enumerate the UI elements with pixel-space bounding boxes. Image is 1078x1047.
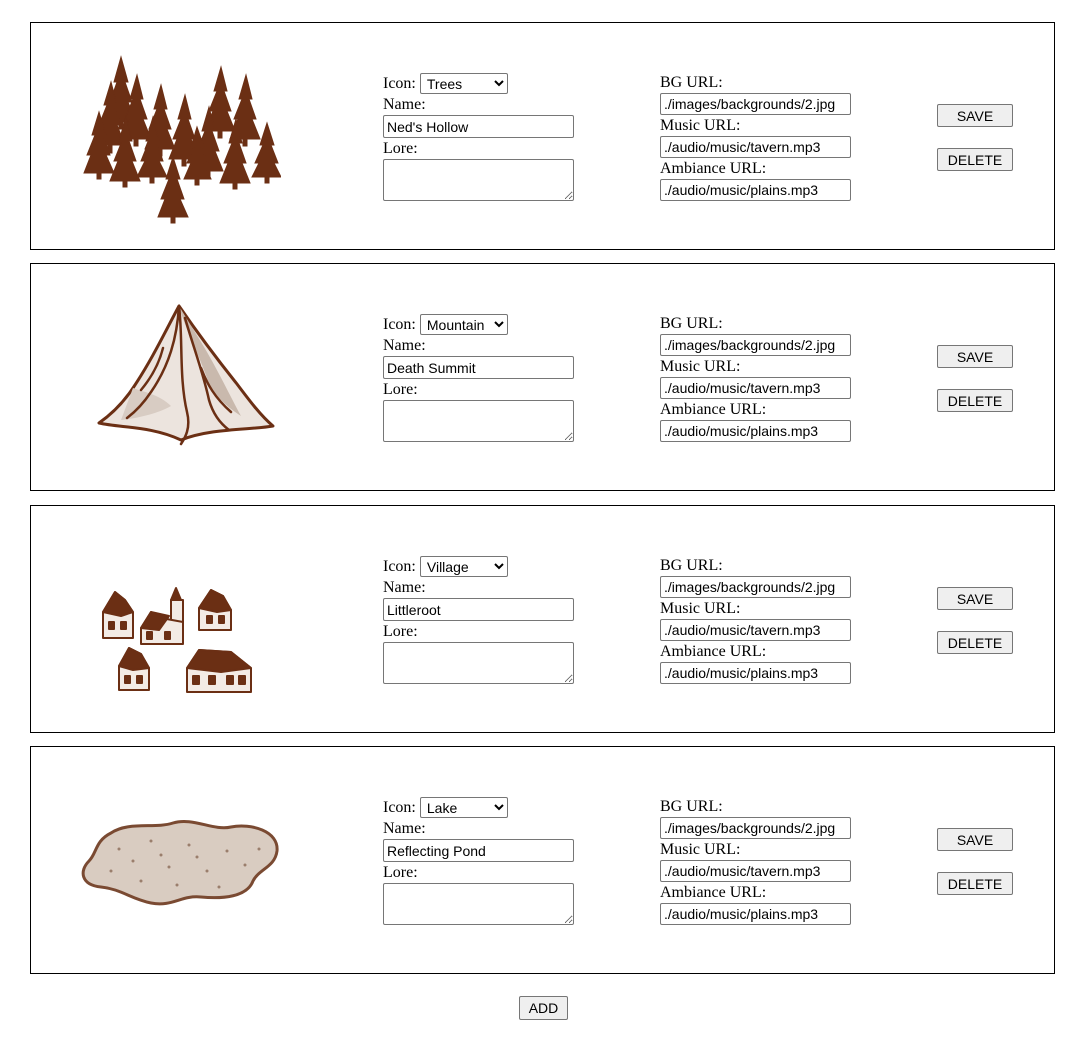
location-card: Icon: Trees Name: Lore: BG URL: Music UR… [30, 22, 1055, 250]
music-url-input[interactable] [660, 136, 851, 158]
ambiance-url-input[interactable] [660, 662, 851, 684]
name-input[interactable] [383, 598, 574, 621]
music-url-input[interactable] [660, 377, 851, 399]
icon-label: Icon: [383, 799, 416, 816]
icon-select[interactable]: Trees [419, 73, 508, 94]
mountain-icon [81, 288, 281, 468]
lore-label: Lore: [383, 623, 418, 640]
icon-label: Icon: [383, 558, 416, 575]
add-button[interactable]: ADD [519, 996, 568, 1020]
name-input[interactable] [383, 839, 574, 862]
save-button[interactable]: SAVE [937, 345, 1013, 368]
music-url-label: Music URL: [660, 117, 741, 134]
bg-url-label: BG URL: [660, 74, 723, 91]
name-label: Name: [383, 579, 426, 596]
location-card: Icon: Mountain Name: Lore: BG URL: Music… [30, 263, 1055, 491]
ambiance-url-label: Ambiance URL: [660, 884, 767, 901]
ambiance-url-input[interactable] [660, 903, 851, 925]
location-fields: Icon: Trees Name: Lore: [383, 73, 583, 201]
location-card: Icon: Lake Name: Lore: BG URL: Music URL… [30, 746, 1055, 974]
name-label: Name: [383, 96, 426, 113]
ambiance-url-label: Ambiance URL: [660, 643, 767, 660]
lore-label: Lore: [383, 381, 418, 398]
ambiance-url-input[interactable] [660, 179, 851, 201]
location-urls: BG URL: Music URL: Ambiance URL: [660, 796, 860, 925]
music-url-input[interactable] [660, 619, 851, 641]
location-actions: SAVE DELETE [937, 587, 1017, 654]
lore-textarea[interactable] [383, 159, 574, 201]
music-url-input[interactable] [660, 860, 851, 882]
location-urls: BG URL: Music URL: Ambiance URL: [660, 313, 860, 442]
bg-url-input[interactable] [660, 334, 851, 356]
icon-select[interactable]: Mountain [419, 314, 508, 335]
lore-label: Lore: [383, 864, 418, 881]
ambiance-url-input[interactable] [660, 420, 851, 442]
name-input[interactable] [383, 356, 574, 379]
bg-url-input[interactable] [660, 93, 851, 115]
icon-select[interactable]: Lake [419, 797, 508, 818]
bg-url-input[interactable] [660, 576, 851, 598]
lore-textarea[interactable] [383, 883, 574, 925]
bg-url-input[interactable] [660, 817, 851, 839]
lore-label: Lore: [383, 140, 418, 157]
icon-label: Icon: [383, 75, 416, 92]
name-input[interactable] [383, 115, 574, 138]
icon-select[interactable]: Village [419, 556, 508, 577]
location-card: Icon: Village Name: Lore: BG URL: Music … [30, 505, 1055, 733]
delete-button[interactable]: DELETE [937, 872, 1013, 895]
save-button[interactable]: SAVE [937, 104, 1013, 127]
location-actions: SAVE DELETE [937, 345, 1017, 412]
location-actions: SAVE DELETE [937, 828, 1017, 895]
location-urls: BG URL: Music URL: Ambiance URL: [660, 72, 860, 201]
music-url-label: Music URL: [660, 358, 741, 375]
ambiance-url-label: Ambiance URL: [660, 160, 767, 177]
bg-url-label: BG URL: [660, 798, 723, 815]
lake-icon [81, 771, 281, 951]
delete-button[interactable]: DELETE [937, 148, 1013, 171]
village-icon [81, 530, 281, 710]
name-label: Name: [383, 820, 426, 837]
icon-label: Icon: [383, 316, 416, 333]
location-fields: Icon: Village Name: Lore: [383, 556, 583, 684]
bg-url-label: BG URL: [660, 557, 723, 574]
music-url-label: Music URL: [660, 841, 741, 858]
lore-textarea[interactable] [383, 400, 574, 442]
delete-button[interactable]: DELETE [937, 389, 1013, 412]
save-button[interactable]: SAVE [937, 828, 1013, 851]
music-url-label: Music URL: [660, 600, 741, 617]
save-button[interactable]: SAVE [937, 587, 1013, 610]
lore-textarea[interactable] [383, 642, 574, 684]
name-label: Name: [383, 337, 426, 354]
location-fields: Icon: Lake Name: Lore: [383, 797, 583, 925]
trees-icon [81, 47, 281, 227]
location-urls: BG URL: Music URL: Ambiance URL: [660, 555, 860, 684]
ambiance-url-label: Ambiance URL: [660, 401, 767, 418]
location-actions: SAVE DELETE [937, 104, 1017, 171]
location-fields: Icon: Mountain Name: Lore: [383, 314, 583, 442]
bg-url-label: BG URL: [660, 315, 723, 332]
delete-button[interactable]: DELETE [937, 631, 1013, 654]
